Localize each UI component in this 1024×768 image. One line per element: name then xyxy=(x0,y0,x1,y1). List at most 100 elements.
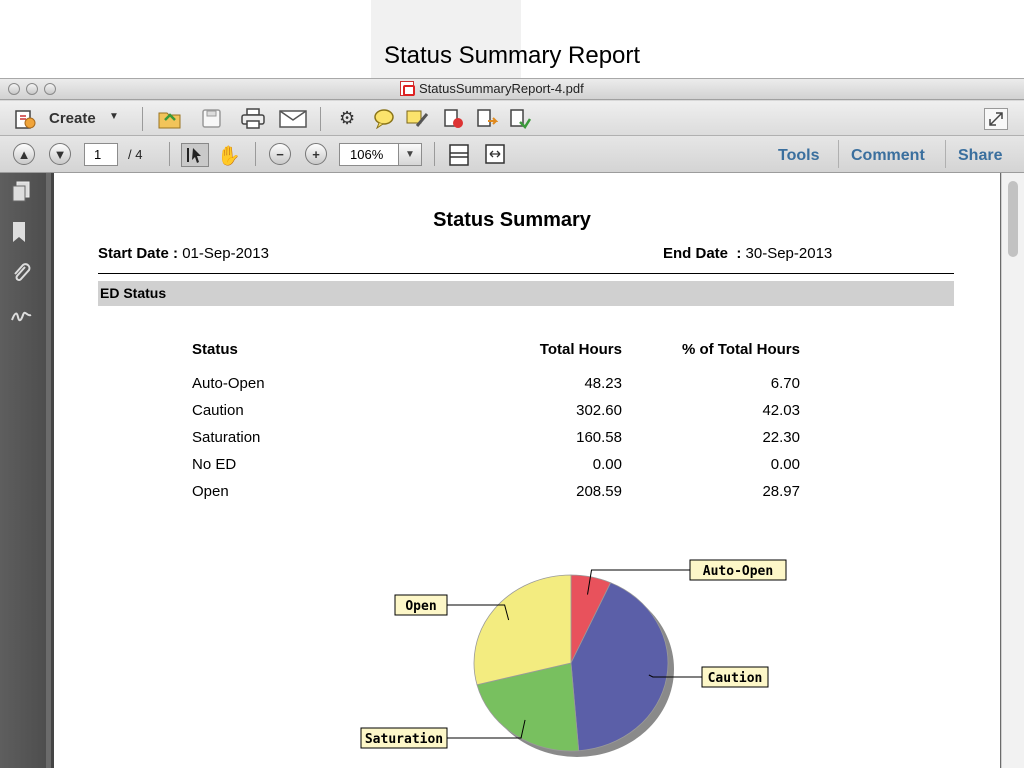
start-date-value: 01-Sep-2013 xyxy=(182,245,269,262)
slide-title: Status Summary Report xyxy=(383,42,641,69)
print-icon[interactable] xyxy=(240,108,266,130)
comment-icon[interactable] xyxy=(372,109,396,129)
percent-cell: 22.30 xyxy=(762,429,800,446)
pie-label-caution: Caution xyxy=(708,671,763,686)
table-row: Auto-Open 48.23 6.70 xyxy=(192,375,812,402)
pie-slice-auto-open xyxy=(570,574,612,664)
section-header: ED Status xyxy=(98,281,954,306)
status-cell: Caution xyxy=(192,402,244,419)
pie-slice-caution xyxy=(570,582,669,752)
status-cell: Auto-Open xyxy=(192,375,265,392)
main-toolbar: Create ▼ ⚙ xyxy=(0,101,1024,136)
zoom-in-button[interactable]: + xyxy=(305,143,327,165)
window-title: StatusSummaryReport-4.pdf xyxy=(400,81,584,96)
signatures-icon[interactable] xyxy=(11,307,33,328)
table-row: Saturation 160.58 22.30 xyxy=(192,429,812,456)
pie-label-saturation: Saturation xyxy=(365,732,443,747)
end-date-label: End Date : xyxy=(663,245,742,262)
pie-label-box xyxy=(360,727,448,749)
column-header-total-hours: Total Hours xyxy=(539,341,622,358)
close-window-button[interactable] xyxy=(8,83,20,95)
remove-pages-icon[interactable] xyxy=(442,108,466,130)
pie-leader-line xyxy=(447,604,510,621)
up-arrow-icon: ▲ xyxy=(13,143,35,165)
create-pdf-icon[interactable] xyxy=(13,108,37,130)
minus-icon: − xyxy=(269,143,291,165)
pie-leader-line xyxy=(587,569,690,595)
percent-cell: 0.00 xyxy=(770,456,800,473)
status-cell: Saturation xyxy=(192,429,261,446)
status-cell: Open xyxy=(192,483,229,500)
comment-tab[interactable]: Comment xyxy=(851,147,925,165)
hours-cell: 208.59 xyxy=(576,483,622,500)
create-dropdown-icon[interactable]: ▼ xyxy=(109,111,119,122)
zoom-out-button[interactable]: − xyxy=(269,143,291,165)
percent-cell: 28.97 xyxy=(762,483,800,500)
fit-width-icon[interactable] xyxy=(484,143,506,165)
end-date: End Date : 30-Sep-2013 xyxy=(663,245,832,262)
status-cell: No ED xyxy=(192,456,237,473)
insert-pages-icon[interactable] xyxy=(475,108,499,130)
zoom-dropdown-icon[interactable]: ▼ xyxy=(398,143,422,166)
settings-gear-icon[interactable]: ⚙ xyxy=(339,108,355,129)
pie-leader-line xyxy=(648,674,702,678)
plus-icon: + xyxy=(305,143,327,165)
hours-cell: 160.58 xyxy=(576,429,622,446)
pdf-file-icon xyxy=(400,81,415,96)
pie-label-auto-open: Auto-Open xyxy=(703,564,773,579)
extract-pages-icon[interactable] xyxy=(508,108,532,130)
select-tool-icon[interactable] xyxy=(181,143,209,167)
pie-label-box xyxy=(394,594,448,616)
bookmarks-icon[interactable] xyxy=(11,221,27,248)
start-date: Start Date : 01-Sep-2013 xyxy=(98,245,269,262)
hours-cell: 48.23 xyxy=(584,375,622,392)
titlebar: StatusSummaryReport-4.pdf xyxy=(0,79,1024,100)
header-divider xyxy=(98,273,954,274)
zoom-level-input[interactable]: 106% xyxy=(339,143,401,166)
table-row: Open 208.59 28.97 xyxy=(192,483,812,510)
page-total: / 4 xyxy=(128,147,143,162)
share-tab[interactable]: Share xyxy=(958,147,1002,165)
start-date-label: Start Date : xyxy=(98,245,179,262)
hand-tool-icon[interactable]: ✋ xyxy=(217,144,241,168)
next-page-button[interactable]: ▼ xyxy=(49,143,71,165)
percent-cell: 42.03 xyxy=(762,402,800,419)
pie-leader-line xyxy=(447,719,526,739)
hours-cell: 0.00 xyxy=(592,456,622,473)
report-title: Status Summary xyxy=(433,209,591,231)
status-table: Status Total Hours % of Total Hours Auto… xyxy=(192,341,812,510)
page-number-input[interactable]: 1 xyxy=(84,143,118,166)
pie-label-box xyxy=(689,559,787,581)
table-row: No ED 0.00 0.00 xyxy=(192,456,812,483)
end-date-value: 30-Sep-2013 xyxy=(745,245,833,262)
pdf-page: Status Summary Start Date : 01-Sep-2013 … xyxy=(51,173,1000,768)
navigation-toolbar: ▲ ▼ 1 / 4 ✋ − + 106% ▼ Tools Comment Sha… xyxy=(0,136,1024,173)
hours-cell: 302.60 xyxy=(576,402,622,419)
save-icon[interactable] xyxy=(200,108,224,130)
page-thumbnails-icon[interactable] xyxy=(11,181,31,208)
table-row: Caution 302.60 42.03 xyxy=(192,402,812,429)
minimize-window-button[interactable] xyxy=(26,83,38,95)
scrollbar-thumb[interactable] xyxy=(1008,181,1018,257)
full-screen-icon[interactable] xyxy=(984,108,1008,130)
email-icon[interactable] xyxy=(279,109,307,129)
pie-shadow xyxy=(480,581,674,757)
column-header-status: Status xyxy=(192,341,238,358)
column-header-percent: % of Total Hours xyxy=(681,341,800,358)
fit-page-icon[interactable] xyxy=(448,143,470,167)
create-button[interactable]: Create xyxy=(49,110,96,127)
percent-cell: 6.70 xyxy=(770,375,800,392)
pie-slice-saturation xyxy=(476,662,580,752)
previous-page-button[interactable]: ▲ xyxy=(13,143,35,165)
table-header: Status Total Hours % of Total Hours xyxy=(192,341,812,375)
pie-label-box xyxy=(701,666,769,688)
open-folder-icon[interactable] xyxy=(156,107,184,131)
down-arrow-icon: ▼ xyxy=(49,143,71,165)
pie-label-open: Open xyxy=(405,599,436,614)
window-title-text: StatusSummaryReport-4.pdf xyxy=(419,81,584,96)
vertical-scrollbar[interactable] xyxy=(1001,173,1024,768)
attachments-icon[interactable] xyxy=(11,262,31,289)
zoom-window-button[interactable] xyxy=(44,83,56,95)
highlight-text-icon[interactable] xyxy=(404,109,430,129)
tools-tab[interactable]: Tools xyxy=(778,147,819,165)
